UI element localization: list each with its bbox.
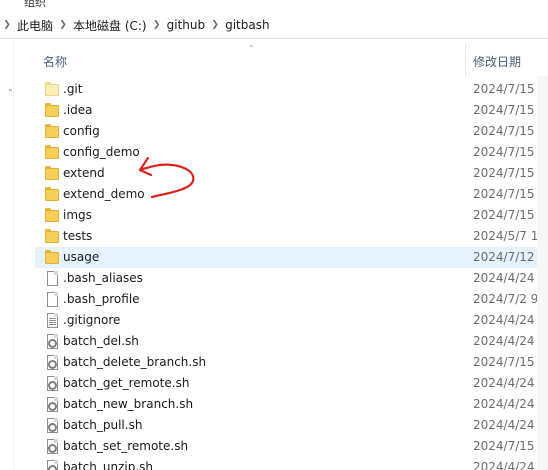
file-row[interactable]: .gitignore 2024/4/24 16 bbox=[35, 310, 548, 331]
file-row[interactable]: config_demo2024/7/15 9:0 bbox=[35, 142, 548, 163]
script-file-icon bbox=[45, 397, 59, 412]
file-row[interactable]: .bash_aliases 2024/4/24 16 bbox=[35, 268, 548, 289]
column-divider[interactable] bbox=[465, 44, 466, 76]
folder-icon bbox=[45, 229, 59, 244]
breadcrumb-github[interactable]: github bbox=[164, 18, 208, 32]
file-row[interactable]: extend_demo2024/7/15 9:0 bbox=[35, 184, 548, 205]
file-row[interactable]: batch_del.sh 2024/4/24 16 bbox=[35, 331, 548, 352]
chevron-up-icon[interactable]: ⌃ bbox=[7, 88, 14, 97]
folder-icon bbox=[45, 166, 59, 181]
file-row[interactable]: .git2024/7/15 9:0 bbox=[35, 79, 548, 100]
file-name: .bash_profile bbox=[63, 292, 140, 306]
file-name: .bash_aliases bbox=[63, 271, 143, 285]
file-name: batch_del.sh bbox=[63, 334, 139, 348]
chevron-right-icon[interactable]: ❯ bbox=[56, 11, 70, 39]
file-row[interactable]: usage 2024/7/12 11 bbox=[35, 247, 548, 268]
column-header-date-modified[interactable]: 修改日期 bbox=[473, 53, 521, 70]
breadcrumb-local-disk[interactable]: 本地磁盘 (C:) bbox=[70, 17, 150, 34]
file-row[interactable]: tests2024/5/7 14:2 bbox=[35, 226, 548, 247]
file-list: .git2024/7/15 9:0.idea2024/7/15 9:0confi… bbox=[35, 79, 548, 470]
folder-icon bbox=[45, 145, 59, 160]
file-name: batch_get_remote.sh bbox=[63, 376, 190, 390]
file-name: usage bbox=[63, 250, 100, 264]
script-file-icon bbox=[45, 418, 59, 433]
breadcrumb-gitbash[interactable]: gitbash bbox=[222, 18, 272, 32]
file-name: .git bbox=[63, 82, 83, 96]
file-icon bbox=[45, 292, 59, 307]
file-name: config bbox=[63, 124, 100, 138]
folder-icon bbox=[45, 82, 59, 97]
column-header-name[interactable]: 名称 bbox=[43, 53, 67, 70]
script-file-icon bbox=[45, 334, 59, 349]
file-row[interactable]: imgs2024/7/15 8:5 bbox=[35, 205, 548, 226]
file-name: imgs bbox=[63, 208, 92, 222]
file-name: batch_delete_branch.sh bbox=[63, 355, 207, 369]
script-file-icon bbox=[45, 376, 59, 391]
file-row[interactable]: batch_delete_branch.sh2024/7/15 8:5 bbox=[35, 352, 548, 373]
folder-icon bbox=[45, 124, 59, 139]
file-row[interactable]: batch_unzip.sh 2024/4/24 16 bbox=[35, 457, 548, 470]
script-file-icon bbox=[45, 439, 59, 454]
file-name: batch_pull.sh bbox=[63, 418, 143, 432]
chevron-right-icon[interactable]: ❯ bbox=[150, 11, 164, 39]
script-file-icon bbox=[45, 460, 59, 470]
file-row[interactable]: config2024/7/15 9:0 bbox=[35, 121, 548, 142]
file-row[interactable]: batch_set_remote.sh2024/7/15 8:5 bbox=[35, 436, 548, 457]
file-row[interactable]: .idea2024/7/15 9:0 bbox=[35, 100, 548, 121]
file-name: .gitignore bbox=[63, 313, 121, 327]
file-row[interactable]: batch_new_branch.sh 2024/4/24 16 bbox=[35, 394, 548, 415]
folder-icon bbox=[45, 187, 59, 202]
window-top-strip: 组织 bbox=[0, 0, 548, 11]
file-name: .idea bbox=[63, 103, 93, 117]
column-header: ⌃ 名称 修改日期 bbox=[35, 44, 548, 76]
file-name: batch_unzip.sh bbox=[63, 460, 154, 470]
folder-icon bbox=[45, 103, 59, 118]
file-name: config_demo bbox=[63, 145, 140, 159]
file-row[interactable]: extend2024/7/15 9:0 bbox=[35, 163, 548, 184]
organize-menu-label[interactable]: 组织 bbox=[24, 0, 46, 10]
address-bar[interactable]: ❯ 此电脑 ❯ 本地磁盘 (C:) ❯ github ❯ gitbash bbox=[0, 11, 548, 39]
file-name: batch_new_branch.sh bbox=[63, 397, 194, 411]
file-row[interactable]: batch_get_remote.sh 2024/4/24 16 bbox=[35, 373, 548, 394]
breadcrumb: ❯ 此电脑 ❯ 本地磁盘 (C:) ❯ github ❯ gitbash bbox=[0, 11, 273, 39]
script-file-icon bbox=[45, 355, 59, 370]
file-row[interactable]: .bash_profile 2024/7/2 9:3 bbox=[35, 289, 548, 310]
file-name: tests bbox=[63, 229, 93, 243]
breadcrumb-this-pc[interactable]: 此电脑 bbox=[14, 17, 56, 34]
folder-icon bbox=[45, 250, 59, 265]
file-name: batch_set_remote.sh bbox=[63, 439, 189, 453]
vertical-scrollbar[interactable] bbox=[537, 76, 548, 470]
file-name: extend bbox=[63, 166, 105, 180]
file-row[interactable]: batch_pull.sh 2024/4/24 16 bbox=[35, 415, 548, 436]
file-icon bbox=[45, 271, 59, 286]
sort-ascending-icon: ⌃ bbox=[248, 44, 255, 53]
chevron-right-icon[interactable]: ❯ bbox=[0, 11, 14, 39]
file-name: extend_demo bbox=[63, 187, 145, 201]
folder-icon bbox=[45, 208, 59, 223]
text-file-icon bbox=[45, 313, 59, 328]
chevron-right-icon[interactable]: ❯ bbox=[208, 11, 222, 39]
navigation-pane[interactable]: ⌃ bbox=[0, 40, 14, 470]
